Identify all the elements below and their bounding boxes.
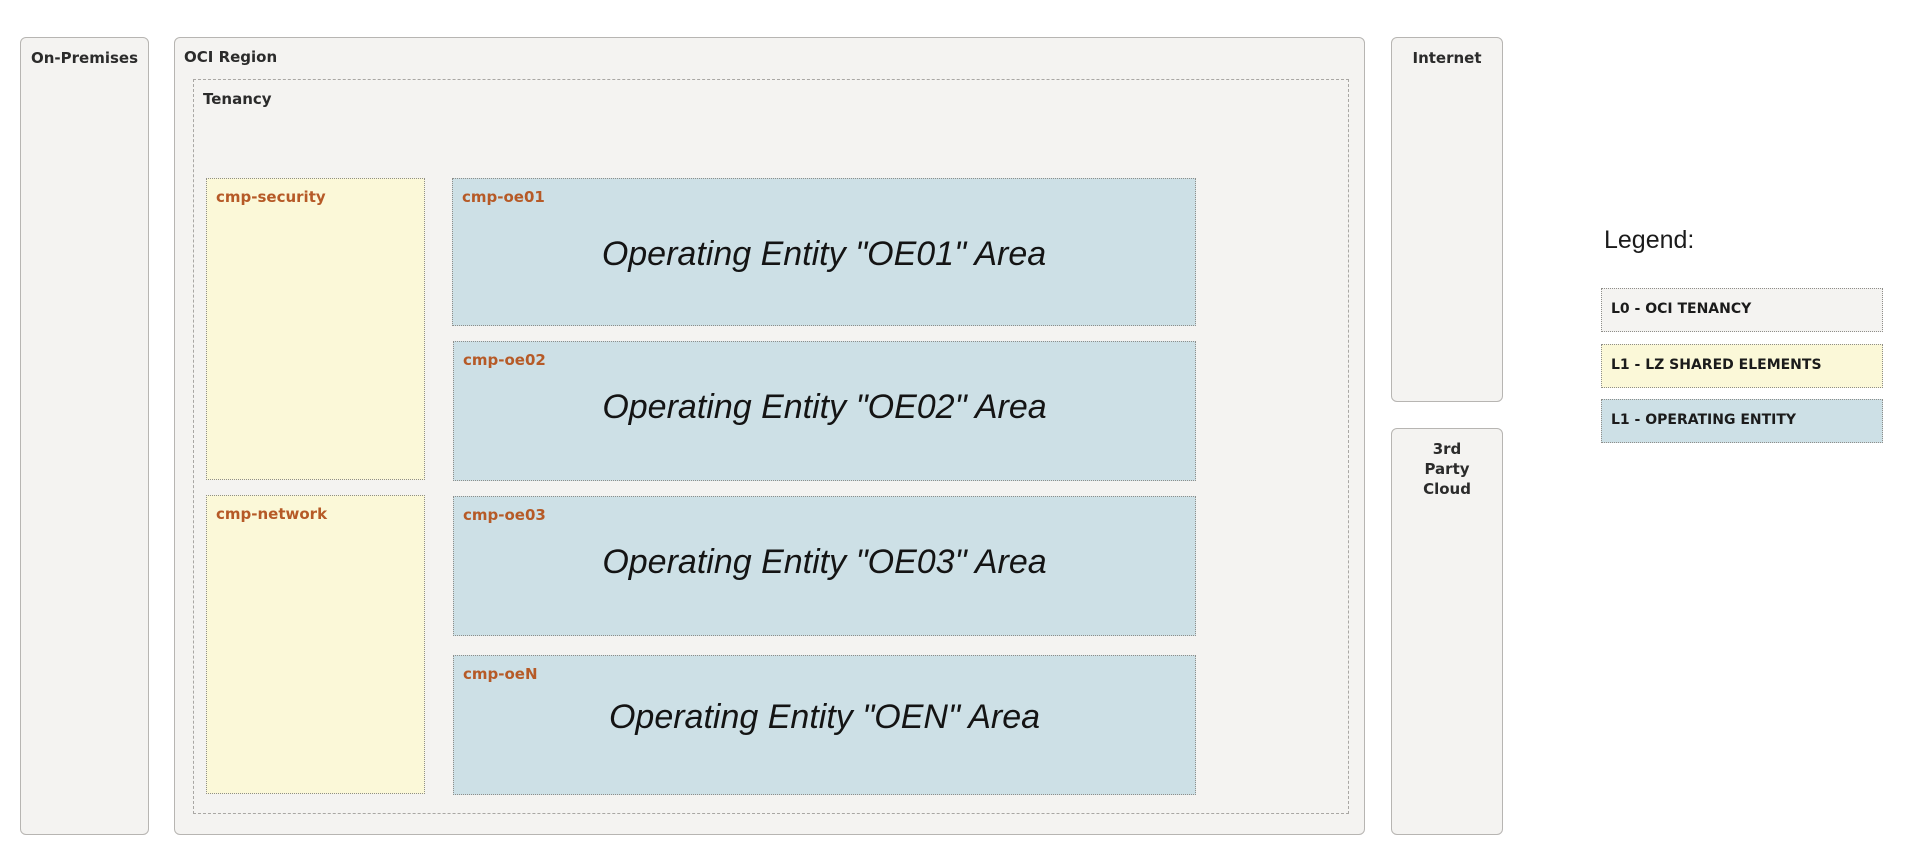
legend-item-label: L0 - OCI TENANCY xyxy=(1611,301,1752,317)
internet-panel: Internet xyxy=(1391,37,1503,402)
on-premises-title: On-Premises xyxy=(30,49,139,67)
oe01-area-text: Operating Entity "OE01" Area xyxy=(601,235,1047,273)
third-party-cloud-panel: 3rd Party Cloud xyxy=(1391,428,1503,835)
legend-item-lz-shared-elements: L1 - LZ SHARED ELEMENTS xyxy=(1601,344,1883,388)
cmp-security-compartment: cmp-security xyxy=(206,178,425,480)
third-party-cloud-title: 3rd Party Cloud xyxy=(1423,440,1471,498)
tenancy-container: Tenancy cmp-security cmp-network cmp-oe0… xyxy=(193,79,1349,814)
cmp-oe03-label: cmp-oe03 xyxy=(463,506,546,524)
cmp-oen-compartment: cmp-oeN Operating Entity "OEN" Area xyxy=(453,655,1196,795)
cmp-network-compartment: cmp-network xyxy=(206,495,425,794)
oe02-area-text: Operating Entity "OE02" Area xyxy=(602,388,1047,426)
cmp-security-label: cmp-security xyxy=(216,188,326,206)
legend-item-oci-tenancy: L0 - OCI TENANCY xyxy=(1601,288,1883,332)
cmp-oe02-compartment: cmp-oe02 Operating Entity "OE02" Area xyxy=(453,341,1196,481)
oci-region-panel: OCI Region Tenancy cmp-security cmp-netw… xyxy=(174,37,1365,835)
cmp-network-label: cmp-network xyxy=(216,505,328,523)
oe03-area-text: Operating Entity "OE03" Area xyxy=(602,543,1047,581)
cmp-oe03-compartment: cmp-oe03 Operating Entity "OE03" Area xyxy=(453,496,1196,636)
cmp-oe01-label: cmp-oe01 xyxy=(462,188,545,206)
oci-region-title: OCI Region xyxy=(184,48,278,66)
oen-area-text: Operating Entity "OEN" Area xyxy=(608,698,1041,736)
cmp-oe01-compartment: cmp-oe01 Operating Entity "OE01" Area xyxy=(452,178,1196,326)
internet-title: Internet xyxy=(1412,49,1482,67)
on-premises-panel: On-Premises xyxy=(20,37,149,835)
legend-item-label: L1 - OPERATING ENTITY xyxy=(1611,412,1797,428)
tenancy-title: Tenancy xyxy=(203,90,272,108)
cmp-oen-label: cmp-oeN xyxy=(463,665,538,683)
legend-title: Legend: xyxy=(1604,226,1695,254)
legend-item-label: L1 - LZ SHARED ELEMENTS xyxy=(1611,357,1822,373)
cmp-oe02-label: cmp-oe02 xyxy=(463,351,546,369)
legend-item-operating-entity: L1 - OPERATING ENTITY xyxy=(1601,399,1883,443)
